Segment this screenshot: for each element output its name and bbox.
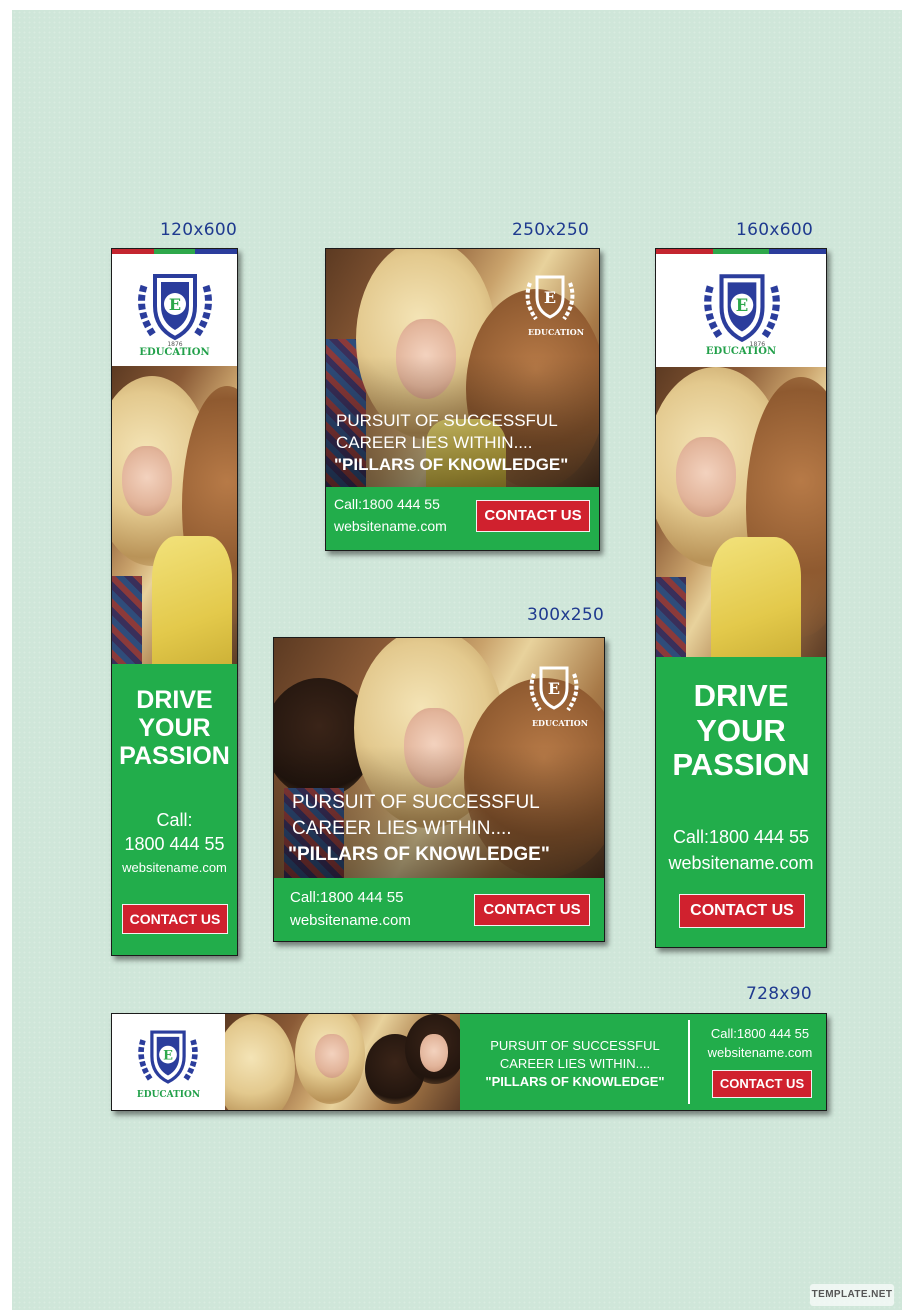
tagline-line-2: CAREER LIES WITHIN.... — [336, 433, 533, 452]
website-link[interactable]: websitename.com — [656, 853, 826, 874]
contact-us-button[interactable]: CONTACT US — [476, 500, 590, 532]
green-panel: Call:1800 444 55 websitename.com CONTACT… — [274, 878, 604, 941]
laurel-shield-icon: E — [529, 666, 579, 712]
logo-text: EDUCATION — [139, 347, 210, 358]
contact-us-button[interactable]: CONTACT US — [679, 894, 805, 928]
headline: DRIVE YOUR PASSION — [119, 686, 230, 770]
banner-300x250: E EDUCATION PURSUIT OF SUCCESSFUL CAREER… — [273, 637, 605, 942]
tagline-line-1: PURSUIT OF SUCCESSFUL — [336, 411, 558, 430]
contact-us-button[interactable]: CONTACT US — [712, 1070, 812, 1098]
svg-text:E: E — [736, 296, 748, 315]
canvas-sheet: 120x600 250x250 160x600 300x250 728x90 E… — [12, 10, 902, 1310]
green-panel: DRIVE YOUR PASSION Call: 1800 444 55 web… — [112, 664, 237, 955]
call-info: Call:1800 444 55 — [334, 496, 440, 512]
website-link[interactable]: websitename.com — [696, 1045, 824, 1060]
tagline-quote: "PILLARS OF KNOWLEDGE" — [334, 455, 569, 474]
size-label-160x600: 160x600 — [736, 220, 814, 240]
tagline-line-1: PURSUIT OF SUCCESSFUL — [292, 792, 540, 813]
website-link[interactable]: websitename.com — [112, 860, 237, 875]
students-photo — [225, 1014, 460, 1110]
logo-area: E 1876 EDUCATION — [112, 254, 237, 366]
banner-728x90: E EDUCATION PURSUIT OF SUCCESSFUL CAREER… — [111, 1013, 827, 1111]
tagline-line-2: CAREER LIES WITHIN.... — [499, 1056, 651, 1071]
students-photo — [112, 366, 237, 664]
laurel-shield-icon: E 1876 — [704, 274, 780, 348]
svg-text:E: E — [544, 288, 556, 307]
tagline-line-2: CAREER LIES WITHIN.... — [292, 818, 512, 839]
logo-text: EDUCATION — [531, 718, 589, 728]
website-link[interactable]: websitename.com — [334, 518, 447, 534]
banner-250x250: E EDUCATION PURSUIT OF SUCCESSFUL CAREER… — [325, 248, 600, 551]
divider — [688, 1020, 690, 1104]
tagline-quote: "PILLARS OF KNOWLEDGE" — [485, 1074, 665, 1089]
contact-us-button[interactable]: CONTACT US — [122, 904, 228, 934]
svg-text:E: E — [548, 679, 560, 698]
green-panel: DRIVE YOUR PASSION Call:1800 444 55 webs… — [656, 657, 826, 947]
size-label-120x600: 120x600 — [160, 220, 238, 240]
logo-area: E 1876 EDUCATION — [656, 254, 826, 367]
students-photo — [656, 367, 826, 657]
call-info: Call:1800 444 55 — [290, 889, 404, 906]
logo-text: EDUCATION — [527, 327, 585, 337]
contact-us-button[interactable]: CONTACT US — [474, 894, 590, 926]
banner-160x600: E 1876 EDUCATION DRIVE YOUR PASSION Call… — [655, 248, 827, 948]
svg-text:E: E — [169, 295, 181, 314]
laurel-shield-icon: E — [525, 275, 575, 321]
logo-text: EDUCATION — [705, 346, 777, 357]
website-link[interactable]: websitename.com — [290, 912, 411, 929]
green-panel: Call:1800 444 55 websitename.com CONTACT… — [326, 487, 599, 550]
call-info: Call:1800 444 55 — [672, 827, 810, 847]
logo-area: E EDUCATION — [112, 1014, 225, 1110]
size-label-728x90: 728x90 — [746, 984, 812, 1004]
call-info: Call:1800 444 55 — [710, 1026, 810, 1041]
tagline-line-1: PURSUIT OF SUCCESSFUL — [490, 1038, 660, 1053]
size-label-250x250: 250x250 — [512, 220, 590, 240]
headline: DRIVE YOUR PASSION — [672, 678, 810, 783]
logo-text: EDUCATION — [136, 1090, 201, 1100]
laurel-shield-icon: E 1876 — [138, 274, 212, 348]
svg-text:E: E — [163, 1048, 173, 1063]
phone-number: 1800 444 55 — [124, 834, 225, 854]
template-net-watermark: TEMPLATE.NET — [810, 1284, 894, 1306]
laurel-shield-icon: E — [138, 1030, 198, 1084]
tagline-quote: "PILLARS OF KNOWLEDGE" — [288, 844, 550, 865]
green-panel: PURSUIT OF SUCCESSFUL CAREER LIES WITHIN… — [460, 1014, 826, 1110]
call-label: Call: — [156, 810, 193, 830]
size-label-300x250: 300x250 — [527, 605, 605, 625]
banner-120x600: E 1876 EDUCATION DRIVE YOUR PASSION Call… — [111, 248, 238, 956]
